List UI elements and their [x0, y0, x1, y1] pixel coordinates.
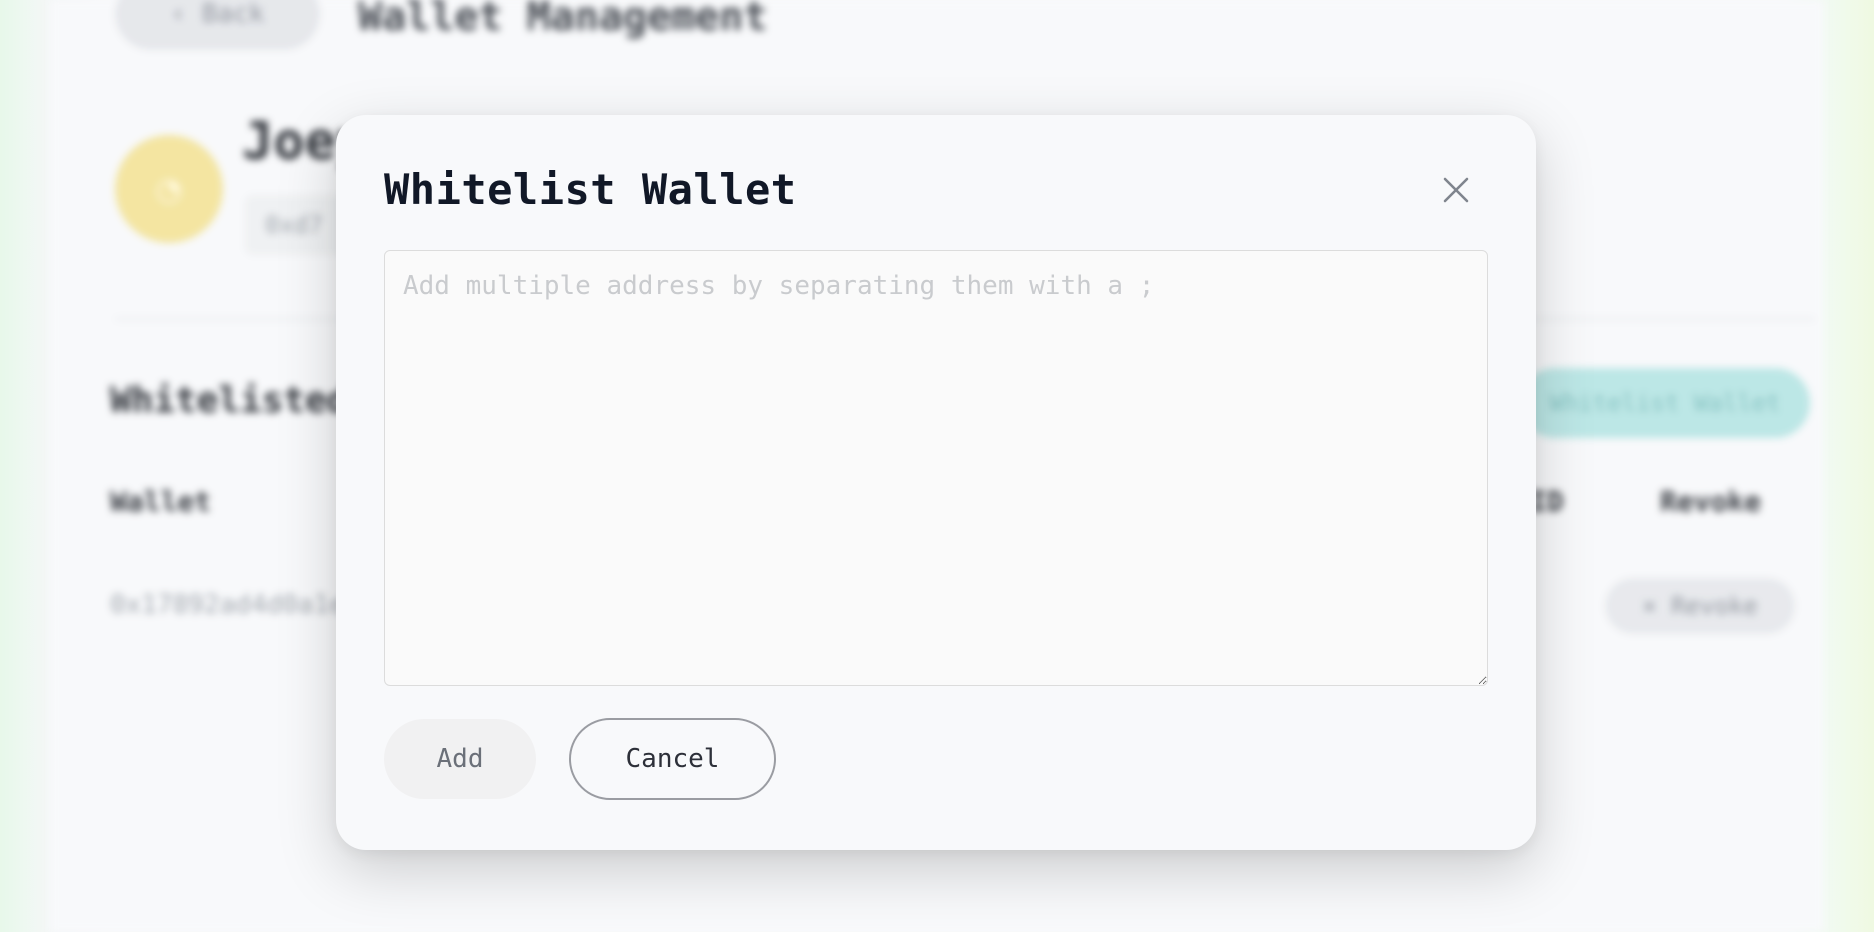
close-button[interactable] [1436, 170, 1476, 210]
add-button[interactable]: Add [384, 719, 536, 799]
cancel-button[interactable]: Cancel [569, 718, 776, 800]
close-icon [1443, 177, 1469, 203]
dialog-title: Whitelist Wallet [384, 165, 797, 214]
address-textarea[interactable] [384, 250, 1488, 686]
whitelist-wallet-dialog: Whitelist Wallet Add Cancel [336, 115, 1536, 850]
